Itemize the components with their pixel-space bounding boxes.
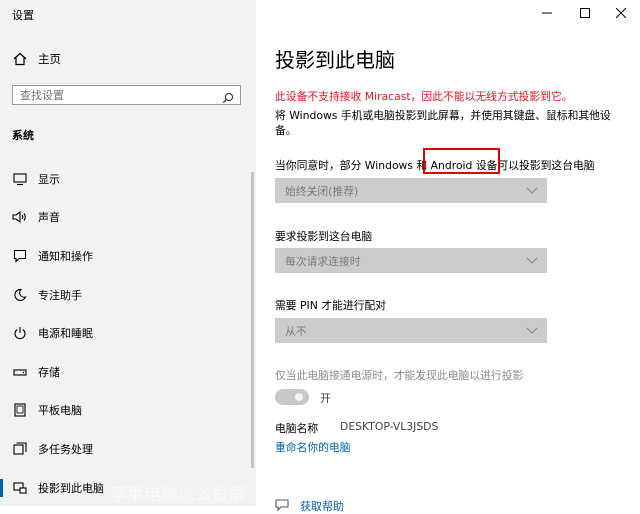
home-icon	[12, 51, 28, 67]
power-discovery-toggle[interactable]	[275, 389, 309, 405]
window-title: 设置	[12, 9, 34, 22]
setting-pin-label: 需要 PIN 才能进行配对	[275, 299, 387, 312]
chevron-down-icon	[526, 187, 538, 194]
minimize-icon	[542, 12, 552, 14]
speaker-icon	[12, 209, 28, 225]
toggle-state-label: 开	[320, 392, 331, 405]
chevron-down-icon	[526, 257, 538, 264]
sidebar-item-label: 专注助手	[38, 289, 82, 302]
section-label: 系统	[12, 129, 34, 142]
dropdown-value: 始终关闭(推荐)	[285, 185, 359, 198]
ask-to-project-dropdown[interactable]: 每次请求连接时	[275, 248, 547, 273]
search-box[interactable]	[12, 85, 241, 105]
close-button[interactable]	[606, 2, 636, 24]
search-input[interactable]	[20, 88, 215, 102]
tablet-icon	[12, 402, 28, 418]
sidebar-item-tablet[interactable]: 平板电脑	[0, 391, 256, 429]
watermark-text: 苹果电脑怎么投屏	[110, 485, 246, 505]
sidebar-item-label: 平板电脑	[38, 404, 82, 417]
pc-name-label: 电脑名称	[275, 422, 319, 435]
sidebar-item-power-sleep[interactable]: 电源和睡眠	[0, 314, 256, 352]
sidebar-item-multitasking[interactable]: 多任务处理	[0, 430, 256, 468]
pin-pairing-dropdown[interactable]: 从不	[275, 318, 547, 343]
sidebar-item-label: 多任务处理	[38, 443, 93, 456]
pc-name-value: DESKTOP-VL3JSDS	[340, 420, 439, 433]
get-help-link[interactable]: 获取帮助	[300, 498, 344, 514]
sidebar-item-label: 显示	[38, 173, 60, 186]
power-icon	[12, 325, 28, 341]
close-icon	[616, 8, 626, 18]
page-title: 投影到此电脑	[275, 48, 395, 72]
pc-name-row: 电脑名称 DESKTOP-VL3JSDS	[275, 420, 438, 436]
sidebar-item-storage[interactable]: 存储	[0, 353, 256, 391]
sidebar-scrollbar[interactable]	[251, 172, 254, 468]
sidebar-item-label: 投影到此电脑	[38, 482, 104, 495]
multitask-icon	[12, 441, 28, 457]
active-indicator	[0, 479, 3, 497]
dropdown-value: 每次请求连接时	[285, 255, 361, 268]
chevron-down-icon	[526, 327, 538, 334]
sidebar-item-display[interactable]: 显示	[0, 160, 256, 198]
power-hint: 仅当此电脑接通电源时，才能发现此电脑以进行投影	[275, 369, 524, 382]
home-label: 主页	[38, 52, 61, 66]
notification-icon	[12, 248, 28, 264]
sidebar: 设置 主页 系统 显示 声音 通知和操作 专注助手	[0, 0, 256, 506]
sidebar-item-label: 通知和操作	[38, 250, 93, 263]
search-icon[interactable]	[222, 89, 234, 104]
moon-icon	[12, 287, 28, 303]
rename-pc-link[interactable]: 重命名你的电脑	[275, 439, 351, 455]
toggle-knob	[295, 393, 303, 401]
monitor-icon	[12, 171, 28, 187]
sidebar-item-sound[interactable]: 声音	[0, 198, 256, 236]
availability-dropdown[interactable]: 始终关闭(推荐)	[275, 178, 547, 203]
highlight-box	[423, 148, 500, 174]
sidebar-item-focus-assist[interactable]: 专注助手	[0, 276, 256, 314]
minimize-button[interactable]	[532, 2, 562, 24]
maximize-icon	[580, 8, 590, 18]
sidebar-item-label: 声音	[38, 211, 60, 224]
storage-icon	[12, 364, 28, 380]
maximize-button[interactable]	[570, 2, 600, 24]
sidebar-item-notifications[interactable]: 通知和操作	[0, 237, 256, 275]
project-icon	[12, 480, 28, 496]
help-icon	[275, 499, 289, 512]
home-link[interactable]: 主页	[12, 51, 61, 67]
miracast-warning: 此设备不支持接收 Miracast，因此不能以无线方式投影到它。	[275, 90, 573, 103]
sidebar-item-label: 存储	[38, 366, 60, 379]
sidebar-item-label: 电源和睡眠	[38, 327, 93, 340]
page-description: 将 Windows 手机或电脑投影到此屏幕，并使用其键盘、鼠标和其他设备。	[275, 109, 611, 137]
dropdown-value: 从不	[285, 325, 307, 338]
setting-ask-label: 要求投影到这台电脑	[275, 230, 373, 243]
